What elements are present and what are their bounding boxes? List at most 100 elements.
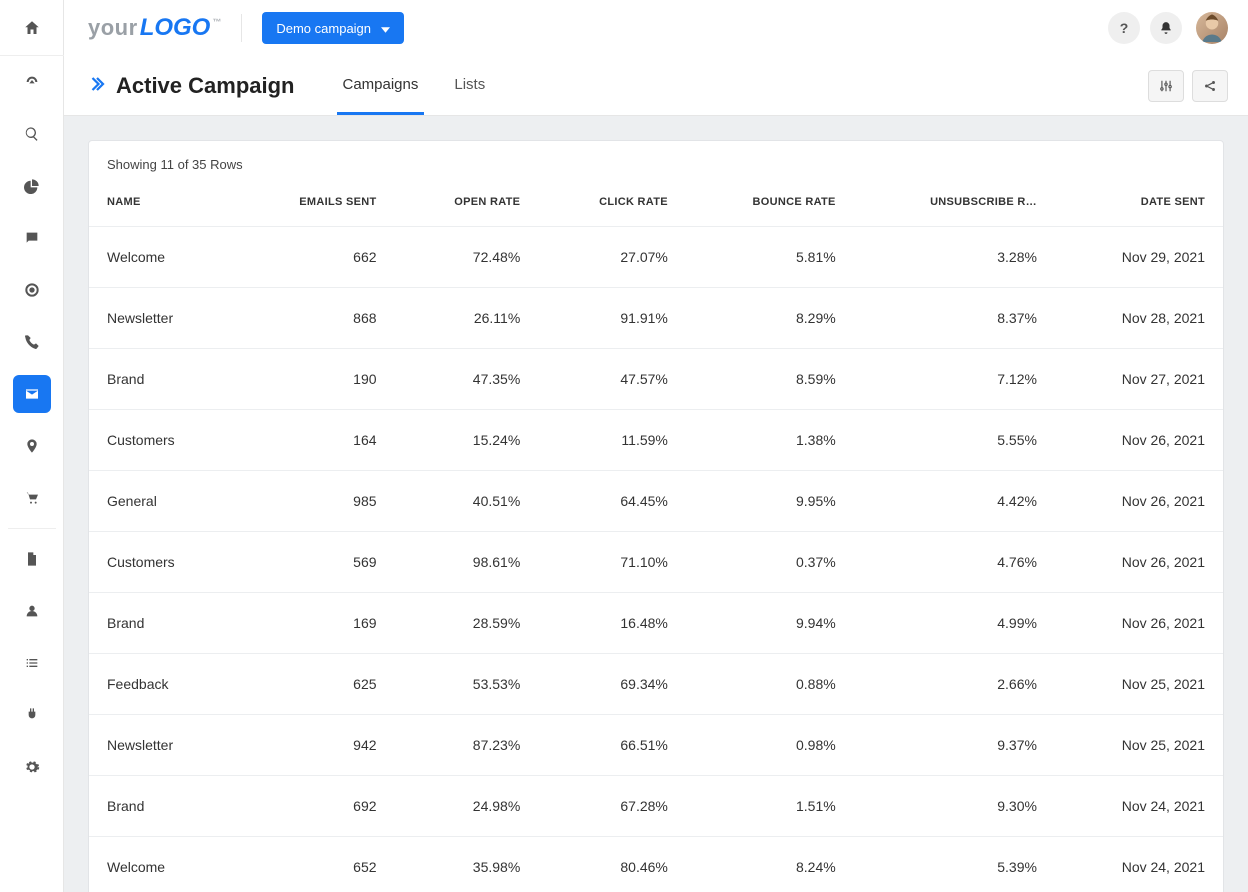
gauge-icon [24,74,40,90]
table-row[interactable]: Customers16415.24%11.59%1.38%5.55%Nov 26… [89,410,1223,471]
sidebar-item-commerce[interactable] [0,472,64,524]
cell-unsubscribe-rate: 4.42% [854,471,1055,532]
cell-open-rate: 72.48% [395,227,539,288]
cell-click-rate: 16.48% [538,593,686,654]
cell-name: Newsletter [89,288,235,349]
tab-label: Campaigns [343,76,419,93]
cell-name: Brand [89,593,235,654]
share-icon [1203,79,1217,93]
sidebar-item-user[interactable] [0,585,64,637]
sidebar-item-files[interactable] [0,533,64,585]
col-open-rate[interactable]: OPEN RATE [395,182,539,227]
home-icon [23,19,41,37]
chevrons-right-icon [88,75,106,96]
table-row[interactable]: General98540.51%64.45%9.95%4.42%Nov 26, … [89,471,1223,532]
cell-bounce-rate: 9.94% [686,593,854,654]
col-unsubscribe-rate[interactable]: UNSUBSCRIBE R… [854,182,1055,227]
cell-emails-sent: 169 [235,593,395,654]
cell-open-rate: 15.24% [395,410,539,471]
cell-bounce-rate: 0.88% [686,654,854,715]
cell-bounce-rate: 8.59% [686,349,854,410]
sidebar-item-plugins[interactable] [0,689,64,741]
cell-click-rate: 11.59% [538,410,686,471]
cell-bounce-rate: 8.24% [686,837,854,892]
cell-open-rate: 47.35% [395,349,539,410]
cell-click-rate: 91.91% [538,288,686,349]
file-icon [24,551,40,567]
cell-emails-sent: 625 [235,654,395,715]
share-button[interactable] [1192,70,1228,102]
cell-click-rate: 80.46% [538,837,686,892]
table-row[interactable]: Newsletter86826.11%91.91%8.29%8.37%Nov 2… [89,288,1223,349]
cell-emails-sent: 569 [235,532,395,593]
cell-open-rate: 53.53% [395,654,539,715]
cell-click-rate: 67.28% [538,776,686,837]
sidebar-item-search[interactable] [0,108,64,160]
notifications-button[interactable] [1150,12,1182,44]
pie-chart-icon [24,178,40,194]
sidebar-item-chat[interactable] [0,212,64,264]
table-row[interactable]: Customers56998.61%71.10%0.37%4.76%Nov 26… [89,532,1223,593]
help-icon: ? [1120,20,1129,36]
gear-icon [24,759,40,775]
cell-date-sent: Nov 24, 2021 [1055,776,1223,837]
campaign-selector-button[interactable]: Demo campaign [262,12,404,44]
cell-name: Feedback [89,654,235,715]
cell-unsubscribe-rate: 7.12% [854,349,1055,410]
table-row[interactable]: Welcome65235.98%80.46%8.24%5.39%Nov 24, … [89,837,1223,892]
cell-date-sent: Nov 24, 2021 [1055,837,1223,892]
cell-emails-sent: 942 [235,715,395,776]
tab-lists[interactable]: Lists [448,56,491,115]
cell-click-rate: 27.07% [538,227,686,288]
table-row[interactable]: Brand19047.35%47.57%8.59%7.12%Nov 27, 20… [89,349,1223,410]
bell-icon [1159,21,1173,35]
tabs: Campaigns Lists [325,56,504,115]
cell-bounce-rate: 0.37% [686,532,854,593]
sidebar-divider [8,528,56,529]
sidebar-item-calls[interactable] [0,316,64,368]
topbar: your LOGO ™ Demo campaign ? [64,0,1248,56]
sidebar-item-settings[interactable] [0,741,64,793]
col-bounce-rate[interactable]: BOUNCE RATE [686,182,854,227]
cell-date-sent: Nov 27, 2021 [1055,349,1223,410]
cell-name: Welcome [89,227,235,288]
cell-date-sent: Nov 26, 2021 [1055,410,1223,471]
cell-name: Brand [89,776,235,837]
cell-open-rate: 35.98% [395,837,539,892]
cell-unsubscribe-rate: 4.99% [854,593,1055,654]
table-row[interactable]: Brand16928.59%16.48%9.94%4.99%Nov 26, 20… [89,593,1223,654]
sidebar-item-target[interactable] [0,264,64,316]
col-name[interactable]: NAME [89,182,235,227]
cell-bounce-rate: 1.51% [686,776,854,837]
mail-icon [24,386,40,402]
cell-name: Welcome [89,837,235,892]
col-emails-sent[interactable]: EMAILS SENT [235,182,395,227]
cell-name: Newsletter [89,715,235,776]
table-row[interactable]: Newsletter94287.23%66.51%0.98%9.37%Nov 2… [89,715,1223,776]
cell-emails-sent: 662 [235,227,395,288]
sidebar-item-dashboard[interactable] [0,56,64,108]
sidebar-item-tasks[interactable] [0,637,64,689]
col-click-rate[interactable]: CLICK RATE [538,182,686,227]
cell-date-sent: Nov 28, 2021 [1055,288,1223,349]
campaigns-table-card: Showing 11 of 35 Rows NAME EMAILS SENT O… [88,140,1224,892]
help-button[interactable]: ? [1108,12,1140,44]
cell-unsubscribe-rate: 9.37% [854,715,1055,776]
table-row[interactable]: Feedback62553.53%69.34%0.88%2.66%Nov 25,… [89,654,1223,715]
sidebar-item-location[interactable] [0,420,64,472]
cell-date-sent: Nov 26, 2021 [1055,471,1223,532]
cell-open-rate: 24.98% [395,776,539,837]
sidebar-item-email[interactable] [0,368,64,420]
sidebar-item-analytics[interactable] [0,160,64,212]
cell-unsubscribe-rate: 9.30% [854,776,1055,837]
table-row[interactable]: Welcome66272.48%27.07%5.81%3.28%Nov 29, … [89,227,1223,288]
filter-button[interactable] [1148,70,1184,102]
sidebar-item-home[interactable] [0,0,64,56]
logo[interactable]: your LOGO ™ [88,14,221,42]
cell-click-rate: 69.34% [538,654,686,715]
cell-name: Customers [89,410,235,471]
col-date-sent[interactable]: DATE SENT [1055,182,1223,227]
table-row[interactable]: Brand69224.98%67.28%1.51%9.30%Nov 24, 20… [89,776,1223,837]
tab-campaigns[interactable]: Campaigns [337,56,425,115]
user-avatar[interactable] [1196,12,1228,44]
